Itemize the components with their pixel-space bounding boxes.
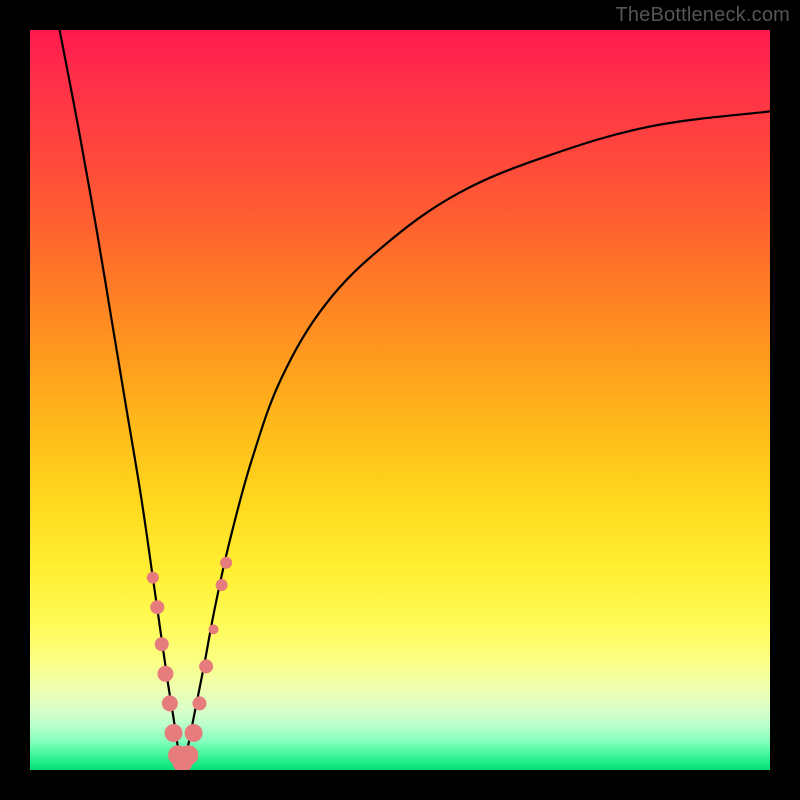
marker-dot (209, 624, 219, 634)
chart-svg (30, 30, 770, 770)
marker-dot (150, 600, 164, 614)
marker-dot (155, 637, 169, 651)
attribution-label: TheBottleneck.com (615, 4, 790, 27)
curve-right-branch (182, 111, 770, 770)
plot-area (30, 30, 770, 770)
marker-dot (147, 572, 159, 584)
marker-dot (199, 659, 213, 673)
marker-dot (216, 579, 228, 591)
curve-left-branch (60, 30, 182, 770)
marker-dot (220, 557, 232, 569)
marker-group (147, 557, 232, 770)
marker-dot (178, 745, 198, 765)
marker-dot (185, 724, 203, 742)
marker-dot (157, 666, 173, 682)
marker-dot (192, 696, 206, 710)
marker-dot (165, 724, 183, 742)
marker-dot (162, 695, 178, 711)
chart-frame: TheBottleneck.com (0, 0, 800, 800)
